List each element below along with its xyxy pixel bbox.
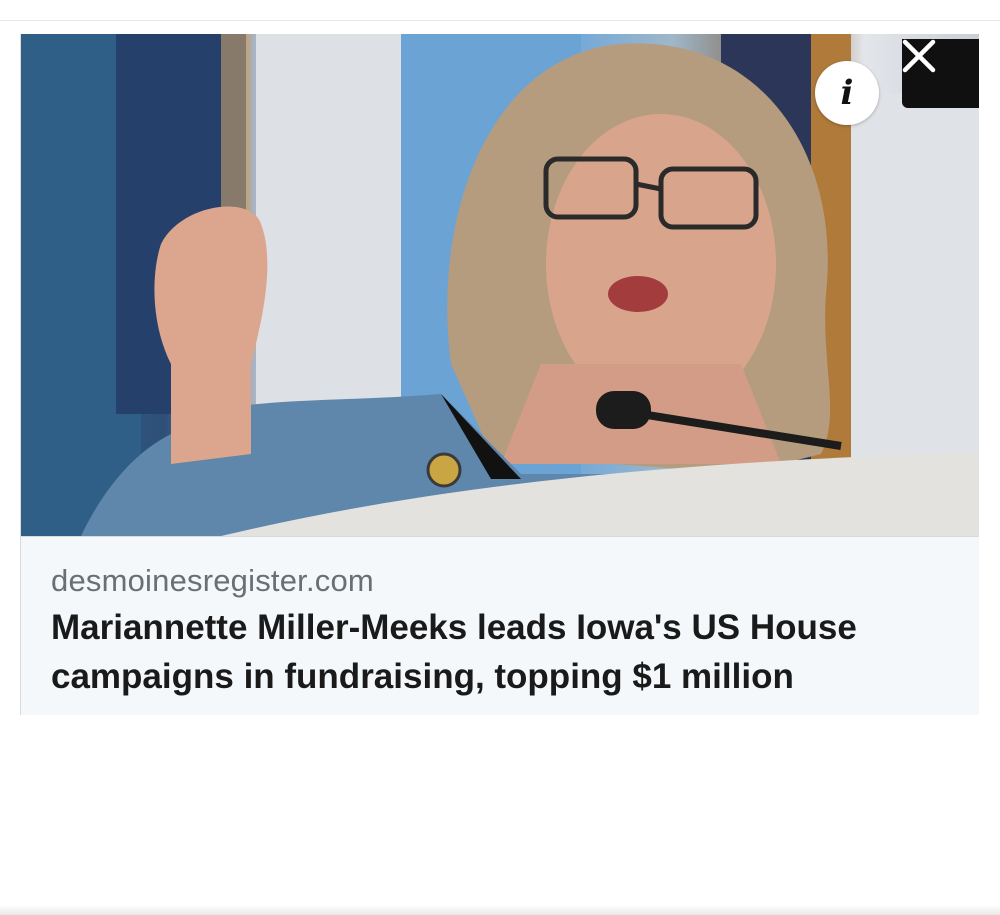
top-divider [0, 20, 1000, 21]
bottom-edge [0, 905, 1000, 915]
news-ad-card[interactable]: i desmoinesregister.com Mariannette Mill… [20, 34, 979, 715]
article-image[interactable]: i [21, 34, 979, 536]
info-icon: i [840, 73, 854, 113]
source-domain: desmoinesregister.com [51, 563, 374, 598]
article-caption[interactable]: desmoinesregister.com Mariannette Miller… [21, 536, 979, 715]
article-headline[interactable]: Mariannette Miller-Meeks leads Iowa's US… [51, 603, 951, 701]
info-button[interactable]: i [815, 61, 879, 125]
close-icon [902, 39, 936, 73]
close-button[interactable] [902, 39, 979, 108]
